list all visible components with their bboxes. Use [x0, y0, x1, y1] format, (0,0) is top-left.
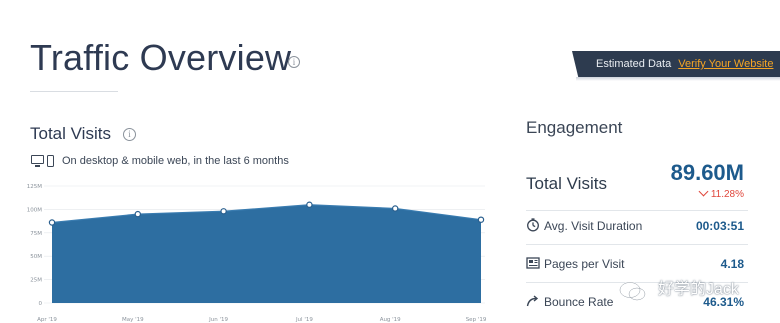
wechat-icon — [619, 281, 646, 301]
x-tick-label: Jul '19 — [295, 317, 313, 323]
visits-subtitle: On desktop & mobile web, in the last 6 m… — [62, 155, 289, 167]
metric-pages-per-visit: Pages per Visit 4.18 — [526, 254, 748, 274]
total-visits-title: Total Visits — [30, 124, 111, 143]
x-tick-label: Aug '19 — [380, 317, 401, 323]
y-tick-label: 25M — [30, 278, 42, 284]
x-tick-label: Jun '19 — [208, 317, 228, 323]
change-value: 11.28% — [710, 189, 744, 200]
data-point — [392, 205, 399, 212]
watermark-text: 好学的Jack — [658, 281, 739, 298]
page-title: Traffic Overview — [30, 37, 292, 78]
watermark: 好学的Jack — [606, 274, 776, 306]
verify-website-link[interactable]: Verify Your Website — [678, 58, 773, 70]
x-tick-label: May '19 — [122, 317, 144, 323]
clock-icon — [527, 218, 539, 232]
desktop-icon — [31, 155, 44, 167]
total-visits-value: 89.60M — [670, 160, 744, 185]
title-divider — [30, 91, 118, 92]
total-visits-chart: 0 25M 50M 75M 100M 125M Apr '19 May '19 Jun '19 J… — [27, 184, 487, 323]
metric-label: Avg. Visit Duration — [544, 219, 643, 233]
data-point — [134, 210, 141, 218]
y-tick-label: 125M — [27, 184, 42, 190]
info-icon[interactable]: i — [288, 56, 300, 68]
banner-shadow — [576, 77, 780, 81]
metric-label: Pages per Visit — [544, 257, 625, 271]
info-icon[interactable]: i — [123, 128, 136, 141]
x-tick-label: Sep '19 — [466, 317, 487, 323]
y-tick-label: 0 — [39, 301, 43, 307]
metric-label: Bounce Rate — [544, 295, 614, 309]
engagement-title: Engagement — [526, 118, 623, 137]
bounce-icon — [526, 295, 539, 307]
total-visits-label: Total Visits — [526, 174, 607, 193]
estimated-data-banner: Estimated Data Verify Your Website — [572, 51, 780, 77]
metric-value: 4.18 — [720, 257, 744, 271]
y-tick-label: 75M — [30, 231, 42, 237]
data-point — [220, 208, 227, 215]
divider — [526, 210, 748, 211]
visits-area — [52, 204, 481, 303]
divider — [526, 244, 748, 245]
data-point — [477, 216, 485, 223]
mobile-icon — [47, 155, 54, 167]
y-tick-label: 50M — [30, 254, 42, 260]
total-visits-change: 11.28% — [698, 186, 744, 201]
y-tick-label: 100M — [27, 207, 42, 213]
metric-avg-visit-duration: Avg. Visit Duration 00:03:51 — [526, 216, 748, 236]
data-point — [48, 219, 56, 226]
metric-value: 00:03:51 — [695, 219, 744, 233]
pages-icon — [526, 257, 540, 269]
data-point — [306, 201, 313, 208]
arrow-down-icon — [698, 186, 709, 197]
x-tick-label: Apr '19 — [37, 317, 57, 323]
estimated-data-label: Estimated Data — [596, 58, 672, 70]
